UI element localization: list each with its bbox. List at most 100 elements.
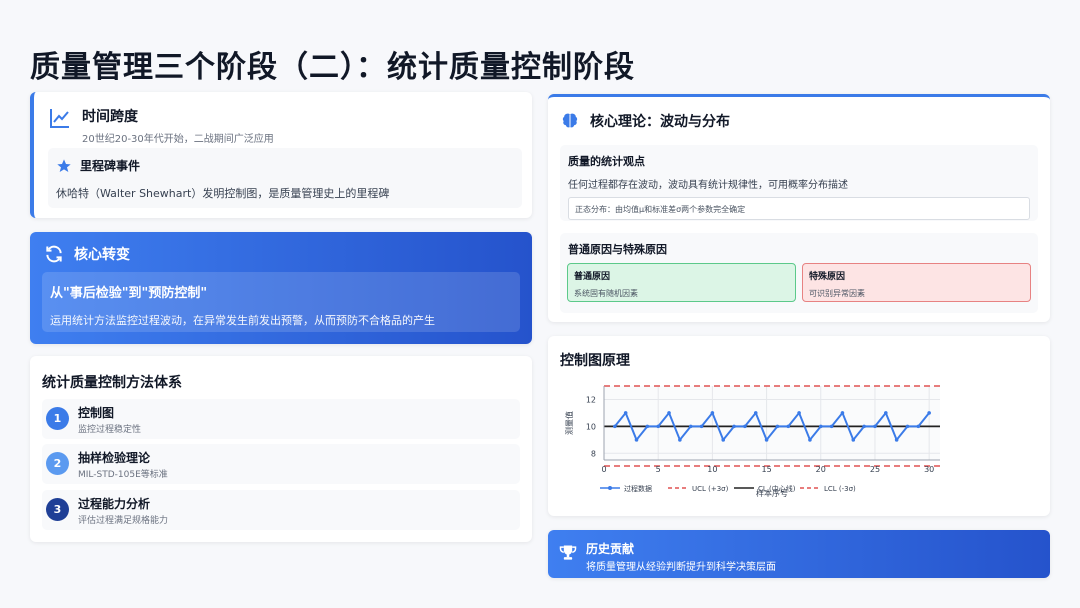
data-point [656, 424, 660, 429]
x-tick-label: 0 [601, 465, 606, 474]
data-point [613, 424, 617, 429]
data-point [840, 411, 845, 415]
data-point [743, 424, 747, 429]
data-point [688, 424, 693, 429]
method-name: 抽样检验理论 [78, 451, 151, 465]
data-point [710, 411, 715, 415]
y-tick-label: 12 [586, 395, 596, 404]
milestone-title: 里程碑事件 [80, 159, 141, 173]
causes-title: 普通原因与特殊原因 [568, 243, 667, 256]
time-span-header: 时间跨度 20世纪20-30年代开始，二战期间广泛应用 [48, 106, 274, 145]
core-transform-card: 核心转变 从"事后检验"到"预防控制" 运用统计方法监控过程波动，在异常发生前发… [30, 232, 532, 344]
causes-box: 普通原因与特殊原因 普通原因 系统固有随机因素 特殊原因 可识别异常因素 [560, 233, 1038, 313]
data-point [894, 438, 899, 442]
chart-line-icon [50, 109, 69, 128]
contribution-title: 历史贡献 [586, 542, 635, 556]
milestone-text: 休哈特（Walter Shewhart）发明控制图，是质量管理史上的里程碑 [56, 187, 390, 200]
method-number-badge: 1 [46, 407, 69, 430]
stat-view-text: 任何过程都存在波动，波动具有统计规律性，可用概率分布描述 [568, 180, 848, 191]
core-theory-title: 核心理论：波动与分布 [590, 114, 730, 130]
common-cause-box: 普通原因 系统固有随机因素 [567, 263, 796, 302]
control-chart-card: 控制图原理 0 5 10 15 20 25 30 8 10 12 测量值 样本序号 过程数据 UCL (+… [548, 336, 1050, 516]
method-desc: 监控过程稳定性 [78, 425, 142, 435]
stat-view-box: 质量的统计观点 任何过程都存在波动，波动具有统计规律性，可用概率分布描述 正态分… [560, 145, 1038, 221]
special-cause-title: 特殊原因 [809, 272, 846, 282]
contribution-card: 历史贡献 将质量管理从经验判断提升到科学决策层面 [548, 530, 1050, 578]
time-span-subtitle: 20世纪20-30年代开始，二战期间广泛应用 [82, 134, 274, 145]
core-transform-inner: 从"事后检验"到"预防控制" 运用统计方法监控过程波动，在异常发生前发出预警，从… [42, 272, 520, 332]
legend-label: LCL (-3σ) [824, 485, 856, 493]
data-point [808, 438, 812, 442]
core-theory-card: 核心理论：波动与分布 质量的统计观点 任何过程都存在波动，波动具有统计规律性，可… [548, 94, 1050, 322]
stat-view-title: 质量的统计观点 [568, 155, 645, 168]
data-point [699, 424, 704, 429]
x-tick-label: 20 [816, 465, 826, 474]
method-number-badge: 3 [46, 498, 69, 521]
data-point [818, 424, 823, 429]
data-point [753, 411, 758, 415]
time-span-card: 时间跨度 20世纪20-30年代开始，二战期间广泛应用 里程碑事件 休哈特（Wa… [30, 92, 532, 218]
data-point [721, 438, 726, 442]
x-tick-label: 15 [761, 465, 771, 474]
data-point [927, 411, 931, 415]
common-cause-desc: 系统固有随机因素 [574, 289, 638, 298]
data-point [775, 424, 780, 429]
common-cause-title: 普通原因 [574, 272, 611, 282]
special-cause-box: 特殊原因 可识别异常因素 [802, 263, 1031, 302]
legend-label: CL (中心线) [758, 484, 796, 493]
contribution-description: 将质量管理从经验判断提升到科学决策层面 [586, 562, 776, 573]
control-chart-title: 控制图原理 [560, 353, 630, 369]
core-transform-title: 核心转变 [74, 247, 130, 263]
x-tick-label: 30 [924, 465, 934, 474]
data-point [829, 424, 834, 429]
data-point [634, 438, 639, 442]
data-point [786, 424, 791, 429]
data-point [623, 411, 628, 415]
y-tick-label: 10 [586, 422, 596, 431]
method-name: 控制图 [78, 406, 115, 420]
star-icon [57, 158, 71, 172]
core-theory-header: 核心理论：波动与分布 [560, 111, 730, 131]
data-point [862, 424, 866, 429]
core-transform-headline: 从"事后检验"到"预防控制" [50, 286, 208, 301]
data-point [678, 438, 682, 442]
method-desc: 评估过程满足规格能力 [78, 516, 169, 526]
legend-label: UCL (+3σ) [692, 485, 729, 493]
milestone-box: 里程碑事件 休哈特（Walter Shewhart）发明控制图，是质量管理史上的… [48, 148, 522, 208]
methods-title: 统计质量控制方法体系 [42, 375, 182, 391]
methods-card: 统计质量控制方法体系 1 控制图 监控过程稳定性 2 抽样检验理论 MIL-ST… [30, 356, 532, 542]
legend-marker [608, 486, 612, 490]
method-item: 2 抽样检验理论 MIL-STD-105E等标准 [42, 444, 520, 484]
x-tick-label: 5 [656, 465, 661, 474]
method-item: 1 控制图 监控过程稳定性 [42, 399, 520, 439]
data-point [851, 438, 856, 442]
data-point [905, 424, 910, 429]
trophy-icon [559, 545, 577, 560]
method-number-badge: 2 [46, 452, 69, 475]
refresh-icon [46, 245, 62, 263]
data-point [732, 424, 736, 429]
data-point [764, 438, 769, 442]
x-tick-label: 25 [870, 465, 880, 474]
core-transform-header: 核心转变 [44, 244, 130, 264]
x-tick-label: 10 [707, 465, 717, 474]
page-title: 质量管理三个阶段（二）：统计质量控制阶段 [30, 50, 635, 85]
core-transform-description: 运用统计方法监控过程波动，在异常发生前发出预警，从而预防不合格品的产生 [50, 314, 435, 327]
method-desc: MIL-STD-105E等标准 [78, 470, 168, 480]
data-point [873, 424, 877, 429]
special-cause-desc: 可识别异常因素 [809, 289, 865, 298]
data-point [667, 411, 671, 415]
time-span-title: 时间跨度 [82, 109, 138, 125]
data-point [645, 424, 650, 429]
control-chart: 0 5 10 15 20 25 3081012测量值样本序号过程数据 UCL (+3σ) CL … [564, 385, 940, 498]
y-axis-label: 测量值 [564, 411, 574, 435]
legend-label: 过程数据 [624, 484, 652, 493]
data-point [916, 424, 921, 429]
method-item: 3 过程能力分析 评估过程满足规格能力 [42, 490, 520, 530]
milestone-header: 里程碑事件 [56, 157, 514, 174]
normal-distribution-box: 正态分布：由均值μ和标准差σ两个参数完全确定 [568, 197, 1030, 220]
data-point [884, 411, 888, 415]
brain-icon [562, 113, 578, 128]
method-name: 过程能力分析 [78, 497, 151, 511]
y-tick-label: 8 [591, 449, 596, 458]
